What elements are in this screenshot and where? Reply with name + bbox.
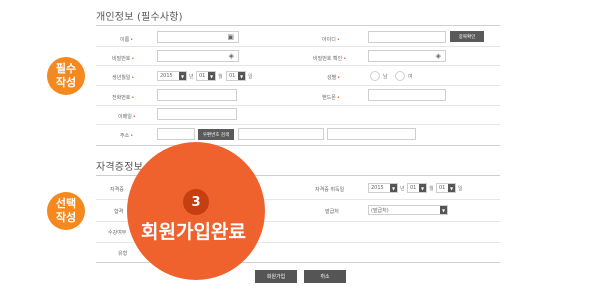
birth-month-select[interactable]: 01 ▼ bbox=[196, 71, 216, 81]
optional-section-badge: 선택 작성 bbox=[47, 192, 85, 230]
gender-male-radio[interactable] bbox=[370, 71, 380, 81]
id-label: 아이디• bbox=[322, 37, 340, 43]
acquired-year-unit: 년 bbox=[400, 186, 405, 192]
password-label: 비밀번호• bbox=[112, 56, 135, 62]
address-input[interactable] bbox=[238, 128, 324, 140]
gender-label: 성별• bbox=[327, 75, 341, 81]
acquired-month-unit: 월 bbox=[429, 186, 434, 192]
gender-female-radio[interactable] bbox=[395, 71, 405, 81]
personal-bottom-divider bbox=[96, 145, 500, 146]
name-input[interactable]: ▣ bbox=[157, 31, 239, 43]
cert-row4-label: 유형 bbox=[118, 251, 128, 257]
password-input[interactable]: ◈ bbox=[157, 50, 239, 62]
chevron-down-icon: ▼ bbox=[179, 72, 186, 80]
personal-section-title: 개인정보 (필수사항) bbox=[96, 12, 183, 23]
chevron-down-icon: ▼ bbox=[419, 184, 426, 192]
month-unit: 월 bbox=[218, 74, 223, 80]
chevron-down-icon: ▼ bbox=[208, 72, 215, 80]
phone-input[interactable] bbox=[157, 89, 237, 101]
phone-label: 전화번호• bbox=[112, 95, 135, 101]
callout-pointer bbox=[232, 246, 256, 264]
password-field-icon: ◈ bbox=[228, 52, 234, 60]
birth-year-select[interactable]: 2015 ▼ bbox=[157, 71, 187, 81]
row-divider bbox=[96, 85, 500, 86]
address-detail-input[interactable] bbox=[327, 128, 416, 140]
signup-button[interactable]: 회원가입 bbox=[255, 270, 297, 283]
required-section-badge: 필수 작성 bbox=[47, 57, 85, 95]
password-confirm-icon: ◈ bbox=[435, 52, 441, 60]
id-input[interactable] bbox=[368, 31, 446, 43]
birth-label: 생년월일• bbox=[112, 75, 135, 81]
name-field-icon: ▣ bbox=[227, 33, 234, 41]
issuer-select[interactable]: (발급처) ▼ bbox=[368, 205, 448, 215]
optional-badge-line1: 선택 bbox=[55, 197, 77, 210]
zipcode-input[interactable] bbox=[157, 128, 195, 140]
acquired-month-select[interactable]: 01 ▼ bbox=[407, 183, 427, 193]
email-label: 이메일• bbox=[118, 114, 136, 120]
required-badge-line2: 작성 bbox=[55, 76, 77, 89]
cert-row2-label: 합격 bbox=[114, 209, 124, 215]
cert-acquired-label: 자격증 취득일 bbox=[315, 187, 345, 193]
row-divider bbox=[96, 46, 500, 47]
chevron-down-icon: ▼ bbox=[390, 184, 397, 192]
address-label: 주소• bbox=[120, 133, 134, 139]
acquired-year-select[interactable]: 2015 ▼ bbox=[368, 183, 398, 193]
password-confirm-label: 비밀번호 확인• bbox=[313, 56, 347, 62]
optional-badge-line2: 작성 bbox=[55, 211, 77, 224]
acquired-day-unit: 일 bbox=[458, 186, 463, 192]
step-number-circle: 3 bbox=[183, 189, 209, 215]
year-unit: 년 bbox=[189, 74, 194, 80]
chevron-down-icon: ▼ bbox=[448, 184, 455, 192]
gender-female-label: 여 bbox=[408, 74, 413, 80]
chevron-down-icon: ▼ bbox=[440, 206, 447, 214]
duplicate-check-button[interactable]: 중복확인 bbox=[450, 31, 484, 42]
password-confirm-input[interactable]: ◈ bbox=[368, 50, 446, 62]
gender-male-label: 남 bbox=[383, 74, 388, 80]
personal-top-divider bbox=[96, 25, 500, 26]
zip-search-button[interactable]: 우편번호 검색 bbox=[198, 129, 234, 140]
mobile-input[interactable] bbox=[368, 89, 446, 101]
day-unit: 일 bbox=[248, 74, 253, 80]
name-label: 이름• bbox=[120, 37, 134, 43]
cancel-button[interactable]: 취소 bbox=[304, 270, 346, 283]
mobile-label: 핸드폰• bbox=[322, 95, 340, 101]
email-input[interactable] bbox=[157, 108, 237, 120]
step-complete-text: 회원가입완료 bbox=[141, 221, 246, 243]
required-badge-line1: 필수 bbox=[55, 62, 77, 75]
cert-row3-label: 수강여부 bbox=[108, 230, 127, 236]
chevron-down-icon: ▼ bbox=[238, 72, 245, 80]
birth-day-select[interactable]: 01 ▼ bbox=[226, 71, 246, 81]
row-divider bbox=[96, 105, 500, 106]
issuer-label: 발급처 bbox=[325, 209, 339, 215]
row-divider bbox=[96, 65, 500, 66]
cert-row1-label: 자격증 bbox=[110, 187, 124, 193]
row-divider bbox=[96, 124, 500, 125]
acquired-day-select[interactable]: 01 ▼ bbox=[436, 183, 456, 193]
